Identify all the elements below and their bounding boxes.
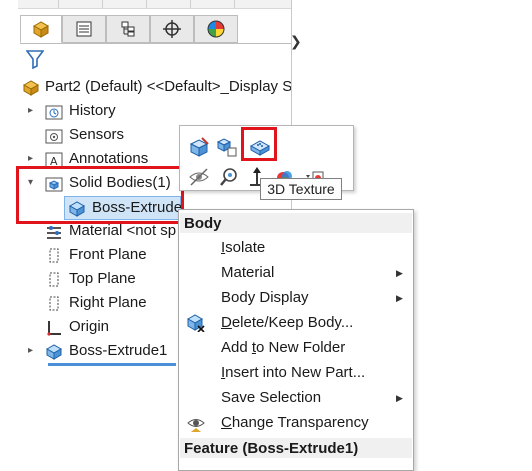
change-transparency-eye-icon xyxy=(187,419,205,432)
plane-icon xyxy=(49,296,59,311)
tree-item-label: Boss-Extrude1 xyxy=(69,342,168,359)
edit-appearance-icon[interactable] xyxy=(188,136,210,158)
submenu-arrow-icon: ▶ xyxy=(396,293,403,303)
filter-icon[interactable] xyxy=(25,49,45,73)
origin-icon xyxy=(47,321,61,336)
feature-tree-icon xyxy=(32,21,50,38)
menu-item-add-to-new-folder[interactable]: Add to New Folder xyxy=(221,339,345,356)
menu-section-header-body: Body xyxy=(184,215,222,232)
expand-caret-icon[interactable]: ▸ xyxy=(28,100,38,122)
top-toolbar-strip xyxy=(18,0,292,9)
plane-icon xyxy=(49,272,59,287)
crosshair-icon xyxy=(163,20,181,38)
menu-item-material[interactable]: Material xyxy=(221,264,274,281)
tree-item-origin[interactable]: Origin xyxy=(28,316,188,338)
tree-item-sensors[interactable]: Sensors xyxy=(28,124,188,146)
delete-keep-body-icon xyxy=(187,314,205,332)
configuration-manager-icon xyxy=(121,21,135,37)
hide-eye-icon[interactable] xyxy=(188,166,210,188)
submenu-arrow-icon: ▶ xyxy=(396,393,403,403)
display-manager-pie-icon xyxy=(207,20,225,38)
part-icon xyxy=(22,80,40,96)
tree-item-label: Origin xyxy=(69,318,110,335)
tree-item-label: Top Plane xyxy=(69,270,136,287)
plane-icon xyxy=(49,248,59,263)
menu-item-change-transparency[interactable]: Change Transparency xyxy=(221,414,369,431)
material-icon xyxy=(47,226,61,239)
tab-dimxpert-manager[interactable] xyxy=(150,15,194,43)
context-menu: Body Isolate Material ▶ Body Display ▶ D… xyxy=(178,209,414,471)
menu-item-delete-keep-body[interactable]: Delete/Keep Body... xyxy=(221,314,353,331)
menu-item-save-selection[interactable]: Save Selection xyxy=(221,389,321,406)
tree-item-label: History xyxy=(69,102,116,119)
part-root-node[interactable]: Part2 (Default) <<Default>_Display S xyxy=(22,76,292,98)
rollback-bar[interactable] xyxy=(48,363,176,366)
tree-item-history[interactable]: ▸ History xyxy=(28,100,188,122)
callout-highlight-solid-bodies xyxy=(16,166,184,224)
sensors-folder-icon xyxy=(45,129,63,144)
submenu-arrow-icon: ▶ xyxy=(396,268,403,278)
tree-item-boss-extrude1[interactable]: ▸ Boss-Extrude1 xyxy=(28,340,188,362)
tree-item-label: Front Plane xyxy=(69,246,147,263)
expand-caret-icon[interactable]: ▸ xyxy=(28,340,38,362)
tab-feature-manager[interactable] xyxy=(20,15,62,43)
menu-item-body-display[interactable]: Body Display xyxy=(221,289,309,306)
tree-item-top-plane[interactable]: Top Plane xyxy=(28,268,188,290)
move-copy-body-icon[interactable] xyxy=(216,136,238,158)
tab-configuration-manager[interactable] xyxy=(106,15,150,43)
property-manager-icon xyxy=(76,21,92,37)
tab-property-manager[interactable] xyxy=(62,15,106,43)
menu-section-header-feature: Feature (Boss-Extrude1) xyxy=(184,440,359,457)
menu-item-isolate[interactable]: Isolate xyxy=(221,239,265,256)
manager-tabs: ❯ xyxy=(20,15,302,49)
tab-display-manager[interactable] xyxy=(194,15,238,43)
callout-highlight-3d-texture xyxy=(241,127,277,161)
extrude-feature-icon xyxy=(45,344,63,360)
menu-item-insert-into-new-part[interactable]: Insert into New Part... xyxy=(221,364,365,381)
tooltip-3d-texture: 3D Texture xyxy=(260,178,342,200)
tree-item-right-plane[interactable]: Right Plane xyxy=(28,292,188,314)
tree-item-front-plane[interactable]: Front Plane xyxy=(28,244,188,266)
tree-item-label: Right Plane xyxy=(69,294,147,311)
zoom-to-selection-icon[interactable] xyxy=(218,166,240,188)
history-folder-icon xyxy=(45,105,63,120)
tree-item-label: Sensors xyxy=(69,126,125,143)
part-title: Part2 (Default) <<Default>_Display S xyxy=(45,78,293,95)
